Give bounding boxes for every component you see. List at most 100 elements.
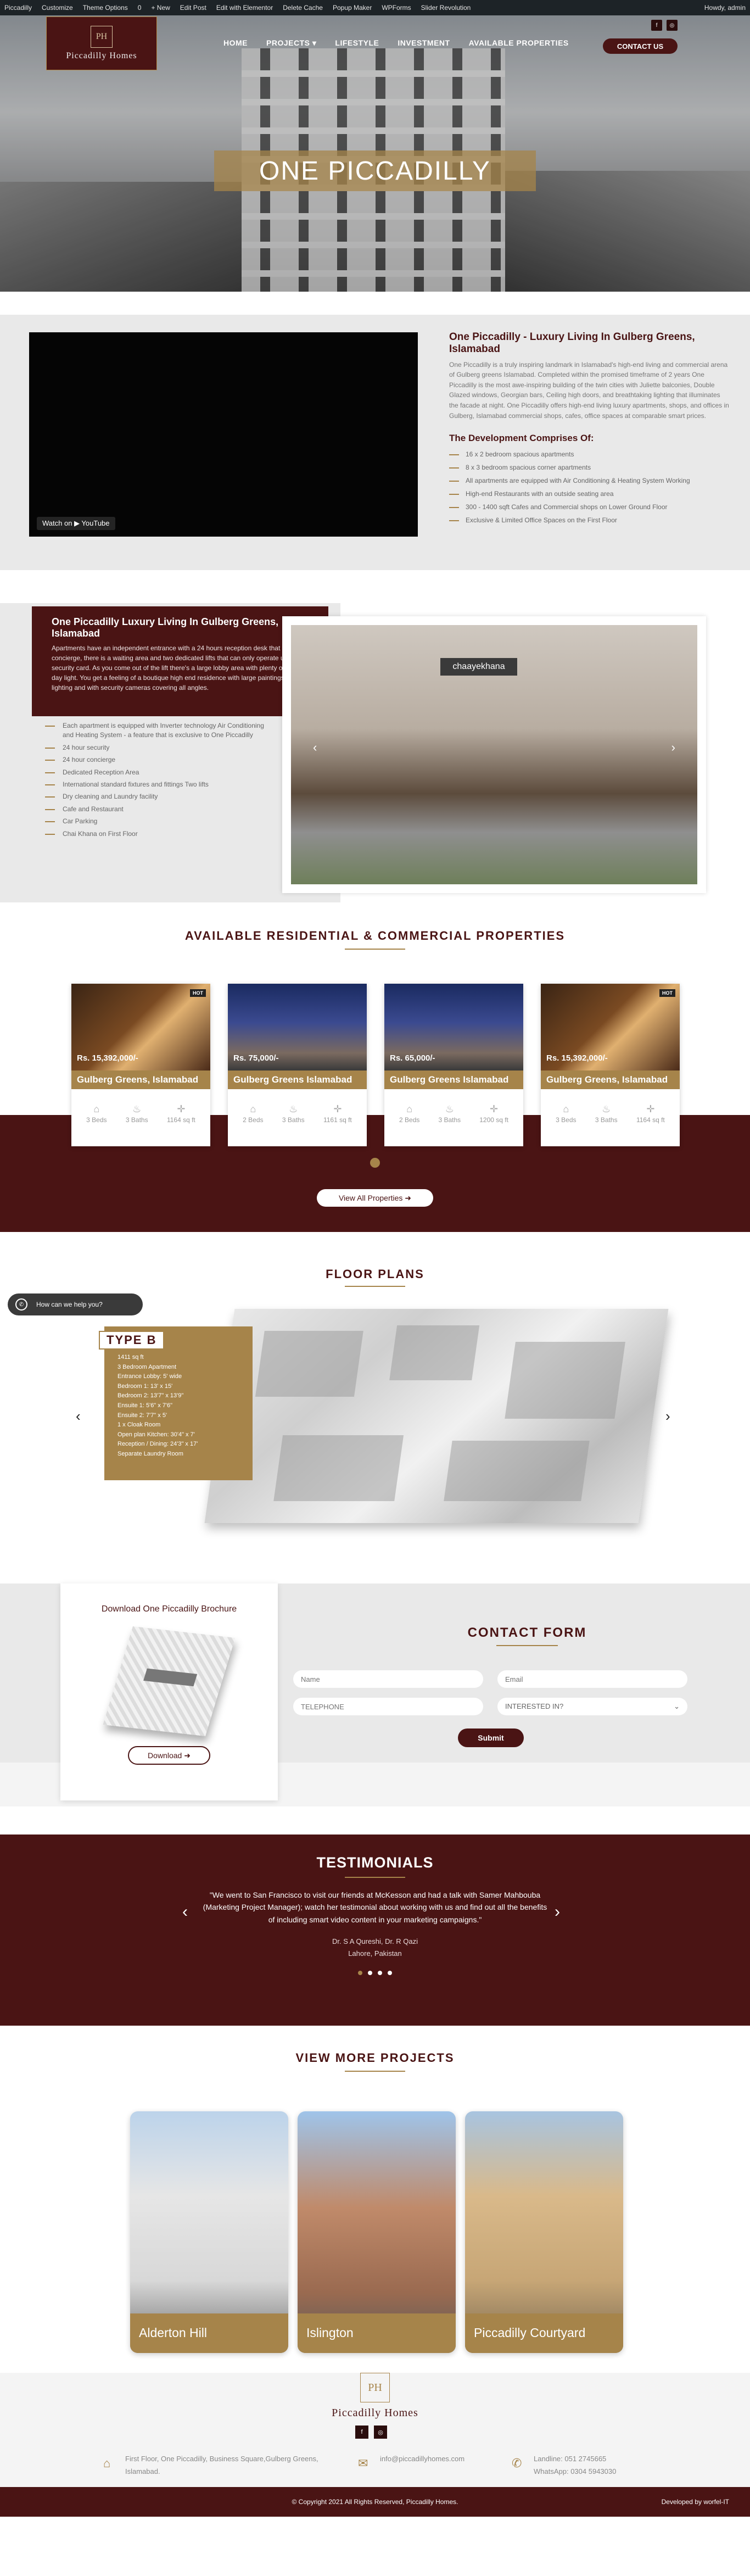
luxury-section: One Piccadilly Luxury Living In Gulberg … <box>0 603 750 902</box>
contact-form-title: CONTACT FORM <box>467 1625 587 1640</box>
wp-item[interactable]: Piccadilly <box>4 4 32 12</box>
baths-label: 3 Baths <box>595 1116 618 1124</box>
luxury-gallery: chaayekhana ‹ › <box>282 616 706 893</box>
list-item: Ensuite 2: 7'7" x 5' <box>117 1412 167 1419</box>
property-image: HOT Rs. 15,392,000/- <box>71 984 210 1070</box>
property-title[interactable]: Gulberg Greens Islamabad <box>384 1070 523 1089</box>
download-button[interactable]: Download ➜ <box>128 1746 210 1765</box>
wp-item[interactable]: Slider Revolution <box>421 4 471 12</box>
carousel-dot[interactable] <box>388 1971 392 1976</box>
carousel-dot[interactable] <box>378 1971 382 1976</box>
shop-sign: chaayekhana <box>440 658 517 676</box>
wp-item[interactable]: Edit Post <box>180 4 206 12</box>
instagram-icon[interactable]: ◎ <box>667 20 678 31</box>
wp-item[interactable]: Customize <box>42 4 73 12</box>
beds-label: 2 Beds <box>243 1116 264 1124</box>
property-title[interactable]: Gulberg Greens, Islamabad <box>71 1070 210 1089</box>
wp-item[interactable]: Delete Cache <box>283 4 323 12</box>
instagram-icon[interactable]: ◎ <box>374 2426 387 2439</box>
room-block <box>255 1331 363 1397</box>
view-all-properties-button[interactable]: View All Properties ➜ <box>317 1189 433 1207</box>
wp-item[interactable]: 0 <box>138 4 142 12</box>
room-block <box>444 1441 590 1501</box>
wp-admin-bar: Piccadilly Customize Theme Options 0 + N… <box>0 0 750 15</box>
telephone-input[interactable] <box>293 1698 483 1715</box>
nav-projects[interactable]: PROJECTS ▾ <box>266 38 316 48</box>
property-card[interactable]: Rs. 75,000/- Gulberg Greens Islamabad ⌂ 2… <box>228 984 367 1146</box>
nav-lifestyle[interactable]: LIFESTYLE <box>335 38 379 48</box>
property-card[interactable]: Rs. 65,000/- Gulberg Greens Islamabad ⌂ 2… <box>384 984 523 1146</box>
wp-item[interactable]: Popup Maker <box>333 4 372 12</box>
carousel-dot[interactable] <box>370 1158 380 1168</box>
type-tag: TYPE B <box>99 1331 165 1350</box>
property-title[interactable]: Gulberg Greens Islamabad <box>228 1070 367 1089</box>
beds-feature: ⌂ 3 Beds <box>556 1103 576 1124</box>
wp-item[interactable]: Edit with Elementor <box>216 4 273 12</box>
gallery-image: chaayekhana ‹ › <box>291 625 697 884</box>
facebook-icon[interactable]: f <box>355 2426 368 2439</box>
contact-us-button[interactable]: CONTACT US <box>603 38 678 54</box>
interest-select-value: INTERESTED IN? <box>505 1702 564 1710</box>
home-icon: ⌂ <box>103 2456 111 2470</box>
site-logo[interactable]: PH Piccadilly Homes <box>46 16 157 70</box>
copyright-bar: © Copyright 2021 All Rights Reserved, Pi… <box>0 2487 750 2517</box>
title-divider <box>345 1877 405 1878</box>
property-card[interactable]: HOT Rs. 15,392,000/- Gulberg Greens, Isl… <box>71 984 210 1146</box>
property-image: HOT Rs. 15,392,000/- <box>541 984 680 1070</box>
footer-logo[interactable]: PH Piccadilly Homes <box>320 2373 430 2419</box>
chevron-right-icon[interactable]: › <box>555 1903 560 1921</box>
nav-available-properties[interactable]: AVAILABLE PROPERTIES <box>469 38 569 48</box>
developer-credit[interactable]: Developed by worfel-IT <box>662 2498 729 2506</box>
wp-item[interactable]: Theme Options <box>83 4 128 12</box>
brochure-card: Download One Piccadilly Brochure Downloa… <box>60 1583 278 1800</box>
title-divider <box>345 2071 405 2072</box>
list-item: Exclusive & Limited Office Spaces on the… <box>449 515 729 525</box>
hero-title: ONE PICCADILLY <box>259 156 491 186</box>
property-features: ⌂ 3 Beds ♨ 3 Baths ✛ 1164 sq ft <box>71 1089 210 1124</box>
chevron-left-icon[interactable]: ‹ <box>182 1903 188 1921</box>
testimonial-author-block: Dr. S A Qureshi, Dr. R Qazi Lahore, Paki… <box>0 1936 750 1960</box>
project-card[interactable]: Piccadilly Courtyard <box>465 2111 623 2353</box>
nav-investment[interactable]: INVESTMENT <box>398 38 450 48</box>
interest-select[interactable]: INTERESTED IN? ⌄ <box>497 1698 687 1715</box>
intro-text: One Piccadilly - Luxury Living In Gulber… <box>449 331 729 528</box>
email-text[interactable]: info@piccadillyhomes.com <box>380 2455 464 2463</box>
project-card[interactable]: Islington <box>298 2111 456 2353</box>
brochure-title: Download One Piccadilly Brochure <box>101 1604 237 1614</box>
wp-howdy[interactable]: Howdy, admin <box>704 4 746 12</box>
footer-email: ✉ info@piccadillyhomes.com <box>358 2453 464 2470</box>
facebook-icon[interactable]: f <box>651 20 662 31</box>
list-item: Reception / Dining: 24'3" x 17' <box>117 1441 198 1448</box>
type-list: 1411 sq ft 3 Bedroom Apartment Entrance … <box>117 1353 242 1459</box>
property-title[interactable]: Gulberg Greens, Islamabad <box>541 1070 680 1089</box>
nav-home[interactable]: HOME <box>223 38 248 48</box>
carousel-dot[interactable] <box>358 1971 362 1976</box>
list-item: 24 hour security <box>45 743 265 752</box>
wp-item[interactable]: + New <box>151 4 170 12</box>
hot-badge: HOT <box>659 989 675 997</box>
property-card[interactable]: HOT Rs. 15,392,000/- Gulberg Greens, Isl… <box>541 984 680 1146</box>
beds-feature: ⌂ 2 Beds <box>399 1103 419 1124</box>
property-features: ⌂ 2 Beds ♨ 3 Baths ✛ 1200 sq ft <box>384 1089 523 1124</box>
luxury-heading: One Piccadilly Luxury Living In Gulberg … <box>52 616 279 639</box>
logo-monogram: PH <box>91 26 113 48</box>
copyright-text: © Copyright 2021 All Rights Reserved, Pi… <box>292 2498 458 2506</box>
help-label: How can we help you? <box>36 1301 103 1308</box>
footer-logo-monogram: PH <box>360 2373 390 2402</box>
email-input[interactable] <box>497 1670 687 1688</box>
whatsapp-help-button[interactable]: ✆ How can we help you? <box>8 1293 143 1315</box>
chevron-left-icon[interactable]: ‹ <box>313 740 317 755</box>
submit-button[interactable]: Submit <box>458 1729 524 1747</box>
chevron-right-icon[interactable]: › <box>671 740 675 755</box>
property-cards: HOT Rs. 15,392,000/- Gulberg Greens, Isl… <box>71 984 680 1146</box>
wp-item[interactable]: WPForms <box>382 4 411 12</box>
watch-on-youtube[interactable]: Watch on ▶ YouTube <box>37 517 115 530</box>
chevron-right-icon[interactable]: › <box>665 1408 670 1425</box>
chevron-left-icon[interactable]: ‹ <box>76 1408 81 1425</box>
title-divider <box>496 1645 558 1646</box>
brochure-image <box>103 1626 236 1736</box>
youtube-video[interactable]: Watch on ▶ YouTube <box>29 332 418 537</box>
carousel-dot[interactable] <box>368 1971 372 1976</box>
project-card[interactable]: Alderton Hill <box>130 2111 288 2353</box>
name-input[interactable] <box>293 1670 483 1688</box>
